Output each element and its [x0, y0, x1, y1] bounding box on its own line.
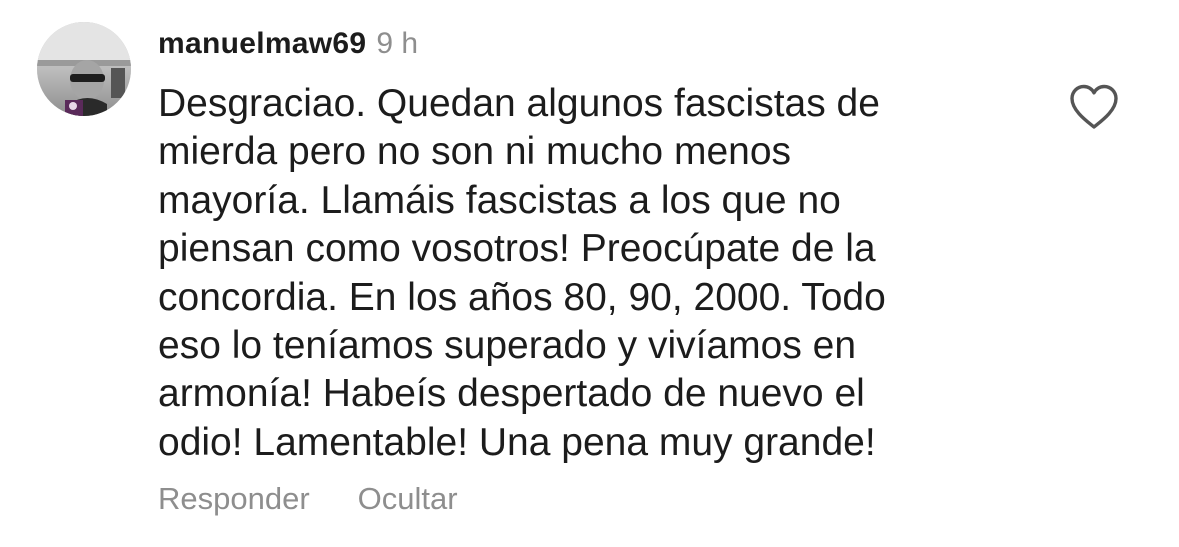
comment-actions: Responder Ocultar	[158, 480, 458, 518]
username[interactable]: manuelmaw69	[158, 27, 366, 60]
avatar[interactable]	[37, 22, 131, 116]
user-avatar-photo-icon	[37, 22, 131, 116]
comment-text: Desgraciao. Quedan algunos fascistas de …	[158, 82, 886, 464]
hide-button[interactable]: Ocultar	[358, 481, 458, 516]
like-button[interactable]	[1068, 83, 1120, 131]
reply-button[interactable]: Responder	[158, 481, 310, 516]
timestamp: 9 h	[376, 27, 419, 60]
comment-header: manuelmaw69 9 h	[158, 26, 418, 62]
heart-outline-icon	[1070, 84, 1118, 129]
comment-item: manuelmaw69 9 h Desgraciao. Quedan alguno…	[0, 0, 1179, 547]
